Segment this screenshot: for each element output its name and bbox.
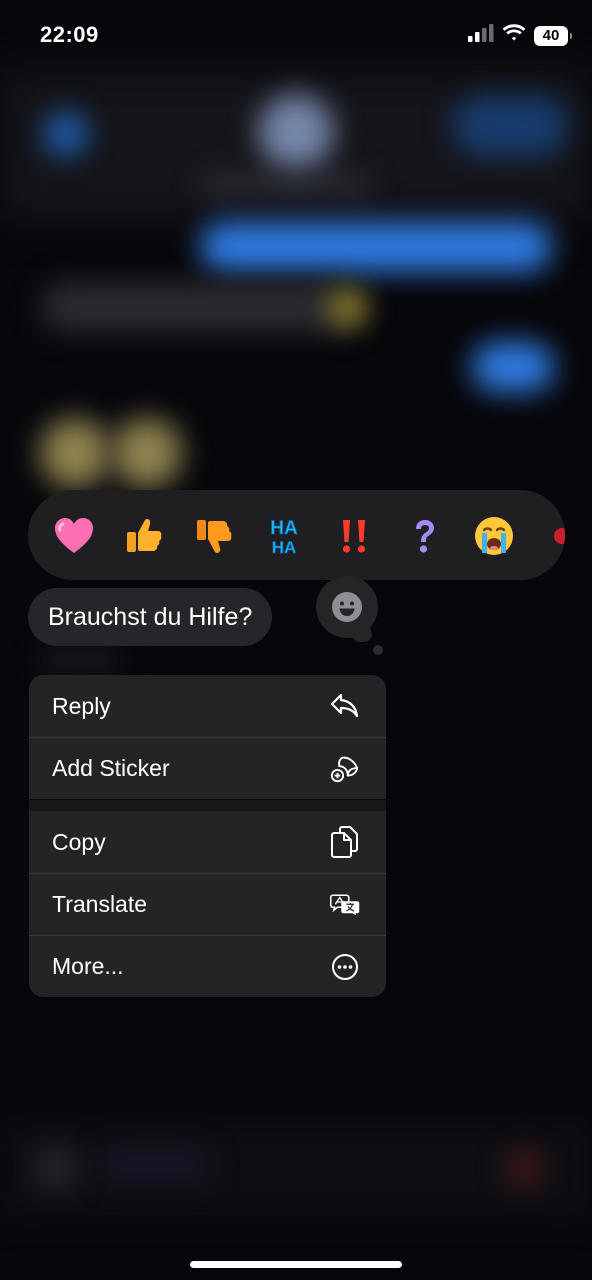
blurred-timestamp — [40, 652, 120, 670]
question-reaction[interactable] — [402, 514, 446, 558]
menu-item-label: Translate — [52, 891, 148, 917]
heart-icon — [55, 518, 93, 553]
blurred-video-icon — [452, 96, 568, 156]
blurred-sent-bubble-small — [472, 342, 554, 392]
menu-item-label: Reply — [52, 692, 111, 719]
context-menu-group-1: Reply Add Sticker — [29, 675, 386, 799]
more-icon — [330, 952, 360, 982]
add-sticker-icon — [330, 754, 360, 784]
menu-item-more[interactable]: More... — [29, 935, 386, 997]
blurred-emoji-1 — [40, 418, 110, 488]
thought-bubble-dot-small — [373, 645, 383, 655]
context-menu-group-2: Copy Translate More... — [29, 811, 386, 997]
menu-item-copy[interactable]: Copy — [29, 811, 386, 873]
blurred-avatar — [258, 94, 334, 170]
blurred-mic — [506, 1150, 542, 1186]
thought-bubble-dot-large — [352, 626, 372, 642]
thumbs-up-icon — [127, 519, 162, 552]
blurred-emoji-2 — [112, 418, 182, 488]
message-bubble[interactable]: Brauchst du Hilfe? — [28, 588, 273, 646]
menu-item-label: Copy — [52, 828, 106, 855]
blurred-input — [100, 1150, 210, 1180]
haha-reaction[interactable]: HA HA — [262, 514, 306, 558]
blurred-received-bubble — [40, 282, 360, 332]
copy-icon — [330, 826, 360, 858]
thumbs-down-reaction[interactable] — [192, 514, 236, 558]
blurred-plus-button — [34, 1146, 78, 1190]
wifi-icon — [502, 24, 526, 47]
double-exclamation-icon — [342, 520, 366, 553]
crying-reaction[interactable] — [472, 514, 516, 558]
svg-text:HA: HA — [270, 518, 298, 539]
status-bar: 22:09 40 — [0, 0, 592, 70]
menu-item-label: Add Sticker — [52, 755, 170, 781]
smiley-icon — [332, 592, 362, 622]
status-icons: 40 — [468, 24, 572, 47]
question-mark-icon — [416, 520, 434, 553]
blurred-contact-name — [200, 178, 370, 192]
partial-emoji-icon — [554, 528, 565, 544]
cellular-signal-icon — [468, 24, 494, 47]
exclamation-reaction[interactable] — [332, 514, 376, 558]
message-text: Brauchst du Hilfe? — [48, 602, 253, 631]
menu-item-label: More... — [52, 953, 124, 979]
more-reactions-peek[interactable] — [542, 514, 565, 558]
svg-text:HA: HA — [272, 538, 297, 557]
reaction-bar: HA HA — [28, 490, 565, 580]
blurred-composer — [0, 1120, 592, 1220]
battery-icon: 40 — [534, 25, 572, 46]
home-indicator[interactable] — [190, 1261, 402, 1268]
blurred-back-icon — [44, 112, 88, 156]
thumbs-down-icon — [197, 520, 232, 553]
menu-separator — [29, 800, 386, 811]
blurred-sent-bubble — [200, 222, 552, 272]
thumbs-up-reaction[interactable] — [122, 514, 166, 558]
translate-icon — [330, 890, 360, 920]
menu-item-translate[interactable]: Translate — [29, 873, 386, 935]
heart-reaction[interactable] — [52, 514, 96, 558]
reply-icon — [330, 691, 360, 721]
menu-item-reply[interactable]: Reply — [29, 675, 386, 737]
blurred-emoji — [330, 290, 366, 326]
crying-face-icon — [475, 517, 513, 555]
haha-icon: HA HA — [270, 518, 299, 558]
menu-item-add-sticker[interactable]: Add Sticker — [29, 737, 386, 799]
status-time: 22:09 — [40, 22, 99, 47]
